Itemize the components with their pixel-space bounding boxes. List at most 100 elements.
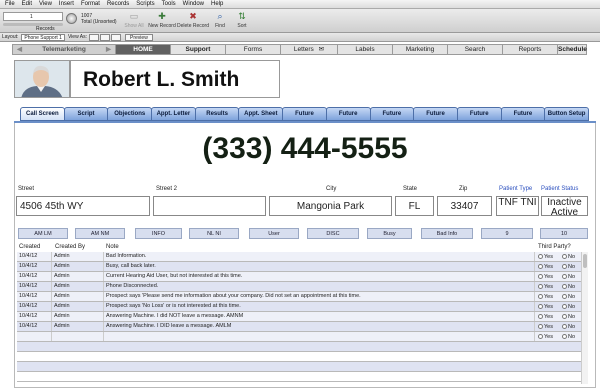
- nav-search[interactable]: Search: [447, 44, 503, 55]
- third-party-no[interactable]: No: [562, 303, 575, 311]
- note-created[interactable]: [17, 332, 52, 341]
- note-created[interactable]: 10/4/12: [17, 282, 52, 291]
- third-party-yes[interactable]: Yes: [538, 313, 553, 321]
- nav-support[interactable]: Support: [170, 44, 226, 55]
- note-row[interactable]: 10/4/12 Admin Answering Machine. I did N…: [17, 312, 588, 322]
- note-row[interactable]: 10/4/12 Admin Prospect says 'No Loss' or…: [17, 302, 588, 312]
- third-party-no[interactable]: No: [562, 333, 575, 341]
- note-text[interactable]: Answering Machine. I DID leave a message…: [104, 322, 535, 331]
- tab-future-3[interactable]: Future: [369, 107, 415, 121]
- note-created-by[interactable]: Admin: [52, 252, 104, 261]
- street2-field[interactable]: [153, 196, 266, 216]
- note-created[interactable]: 10/4/12: [17, 322, 52, 331]
- note-text[interactable]: [104, 332, 535, 341]
- note-created[interactable]: 10/4/12: [17, 262, 52, 271]
- tab-button-setup[interactable]: Button Setup: [544, 107, 589, 121]
- note-created[interactable]: 10/4/12: [17, 272, 52, 281]
- third-party-no[interactable]: No: [562, 253, 575, 261]
- menu-help[interactable]: Help: [211, 1, 223, 7]
- user-button[interactable]: User: [249, 228, 299, 239]
- note-created-by[interactable]: Admin: [52, 302, 104, 311]
- third-party-no[interactable]: No: [562, 263, 575, 271]
- note-row-new[interactable]: Yes No: [17, 332, 588, 342]
- notes-scrollbar[interactable]: [581, 252, 588, 384]
- note-text[interactable]: Bad Information.: [104, 252, 535, 261]
- note-created-by[interactable]: Admin: [52, 262, 104, 271]
- zip-field[interactable]: 33407: [437, 196, 492, 216]
- nav-telemarketing[interactable]: ◀ Telemarketing ▶: [12, 44, 116, 55]
- nav-schedule[interactable]: Schedule: [557, 44, 587, 55]
- city-field[interactable]: Mangonia Park: [269, 196, 392, 216]
- note-created[interactable]: 10/4/12: [17, 302, 52, 311]
- note-text[interactable]: Prospect says 'No Loss' or is not intere…: [104, 302, 535, 311]
- tab-future-5[interactable]: Future: [456, 107, 502, 121]
- bad-info-button[interactable]: Bad Info: [421, 228, 473, 239]
- table-view-button[interactable]: [111, 33, 122, 41]
- tab-script[interactable]: Script: [63, 107, 109, 121]
- busy-button[interactable]: Busy: [367, 228, 412, 239]
- menu-format[interactable]: Format: [81, 1, 100, 7]
- nl-ni-button[interactable]: NL NI: [189, 228, 239, 239]
- sort-button[interactable]: ⇅ Sort: [224, 11, 260, 29]
- note-created[interactable]: 10/4/12: [17, 312, 52, 321]
- third-party-no[interactable]: No: [562, 293, 575, 301]
- state-field[interactable]: FL: [395, 196, 434, 216]
- tab-future-4[interactable]: Future: [413, 107, 458, 121]
- tab-future-1[interactable]: Future: [282, 107, 327, 121]
- tab-call-screen[interactable]: Call Screen: [20, 107, 65, 121]
- menu-edit[interactable]: Edit: [22, 1, 32, 7]
- note-row[interactable]: 10/4/12 Admin Phone Disconnected. Yes No: [17, 282, 588, 292]
- menu-scripts[interactable]: Scripts: [136, 1, 154, 7]
- note-row[interactable]: 10/4/12 Admin Bad Information. Yes No: [17, 252, 588, 262]
- button-9[interactable]: 9: [481, 228, 533, 239]
- note-created-by[interactable]: Admin: [52, 272, 104, 281]
- third-party-yes[interactable]: Yes: [538, 263, 553, 271]
- note-text[interactable]: Answering Machine. I did NOT leave a mes…: [104, 312, 535, 321]
- tab-future-2[interactable]: Future: [325, 107, 371, 121]
- menu-window[interactable]: Window: [183, 1, 204, 7]
- third-party-yes[interactable]: Yes: [538, 303, 553, 311]
- scrollbar-thumb[interactable]: [583, 254, 587, 268]
- disc-button[interactable]: DISC: [307, 228, 359, 239]
- note-text[interactable]: Prospect says 'Please send me informatio…: [104, 292, 535, 301]
- third-party-yes[interactable]: Yes: [538, 283, 553, 291]
- note-created-by[interactable]: [52, 332, 104, 341]
- menu-insert[interactable]: Insert: [59, 1, 74, 7]
- menu-tools[interactable]: Tools: [162, 1, 176, 7]
- menu-records[interactable]: Records: [107, 1, 129, 7]
- button-10[interactable]: 10: [540, 228, 588, 239]
- note-row[interactable]: 10/4/12 Admin Current Hearing Aid User, …: [17, 272, 588, 282]
- patient-status-field[interactable]: Inactive Active: [541, 196, 588, 216]
- phone-number[interactable]: (333) 444-5555: [14, 132, 596, 166]
- record-number-input[interactable]: 1: [3, 12, 63, 21]
- note-text[interactable]: Phone Disconnected.: [104, 282, 535, 291]
- nav-home[interactable]: HOME: [115, 44, 171, 55]
- tab-appt-letter[interactable]: Appt. Letter: [151, 107, 196, 121]
- tab-future-6[interactable]: Future: [500, 107, 546, 121]
- note-created-by[interactable]: Admin: [52, 312, 104, 321]
- third-party-yes[interactable]: Yes: [538, 333, 553, 341]
- list-view-button[interactable]: [100, 33, 111, 41]
- note-created-by[interactable]: Admin: [52, 292, 104, 301]
- nav-forms[interactable]: Forms: [225, 44, 281, 55]
- note-created-by[interactable]: Admin: [52, 282, 104, 291]
- nav-letters[interactable]: Letters ✉: [280, 44, 338, 55]
- third-party-yes[interactable]: Yes: [538, 323, 553, 331]
- note-row[interactable]: 10/4/12 Admin Prospect says 'Please send…: [17, 292, 588, 302]
- layout-select[interactable]: Phone Support 1: [21, 33, 65, 41]
- note-text[interactable]: Busy, call back later.: [104, 262, 535, 271]
- menu-file[interactable]: File: [5, 1, 15, 7]
- note-created-by[interactable]: Admin: [52, 322, 104, 331]
- third-party-no[interactable]: No: [562, 323, 575, 331]
- third-party-no[interactable]: No: [562, 313, 575, 321]
- patient-type-field[interactable]: TNF TNI: [496, 196, 539, 216]
- third-party-yes[interactable]: Yes: [538, 253, 553, 261]
- tab-results[interactable]: Results: [194, 107, 240, 121]
- am-nm-button[interactable]: AM NM: [75, 228, 125, 239]
- third-party-yes[interactable]: Yes: [538, 273, 553, 281]
- note-created[interactable]: 10/4/12: [17, 252, 52, 261]
- menu-view[interactable]: View: [39, 1, 52, 7]
- nav-reports[interactable]: Reports: [502, 44, 558, 55]
- am-lm-button[interactable]: AM LM: [18, 228, 68, 239]
- nav-marketing[interactable]: Marketing: [392, 44, 448, 55]
